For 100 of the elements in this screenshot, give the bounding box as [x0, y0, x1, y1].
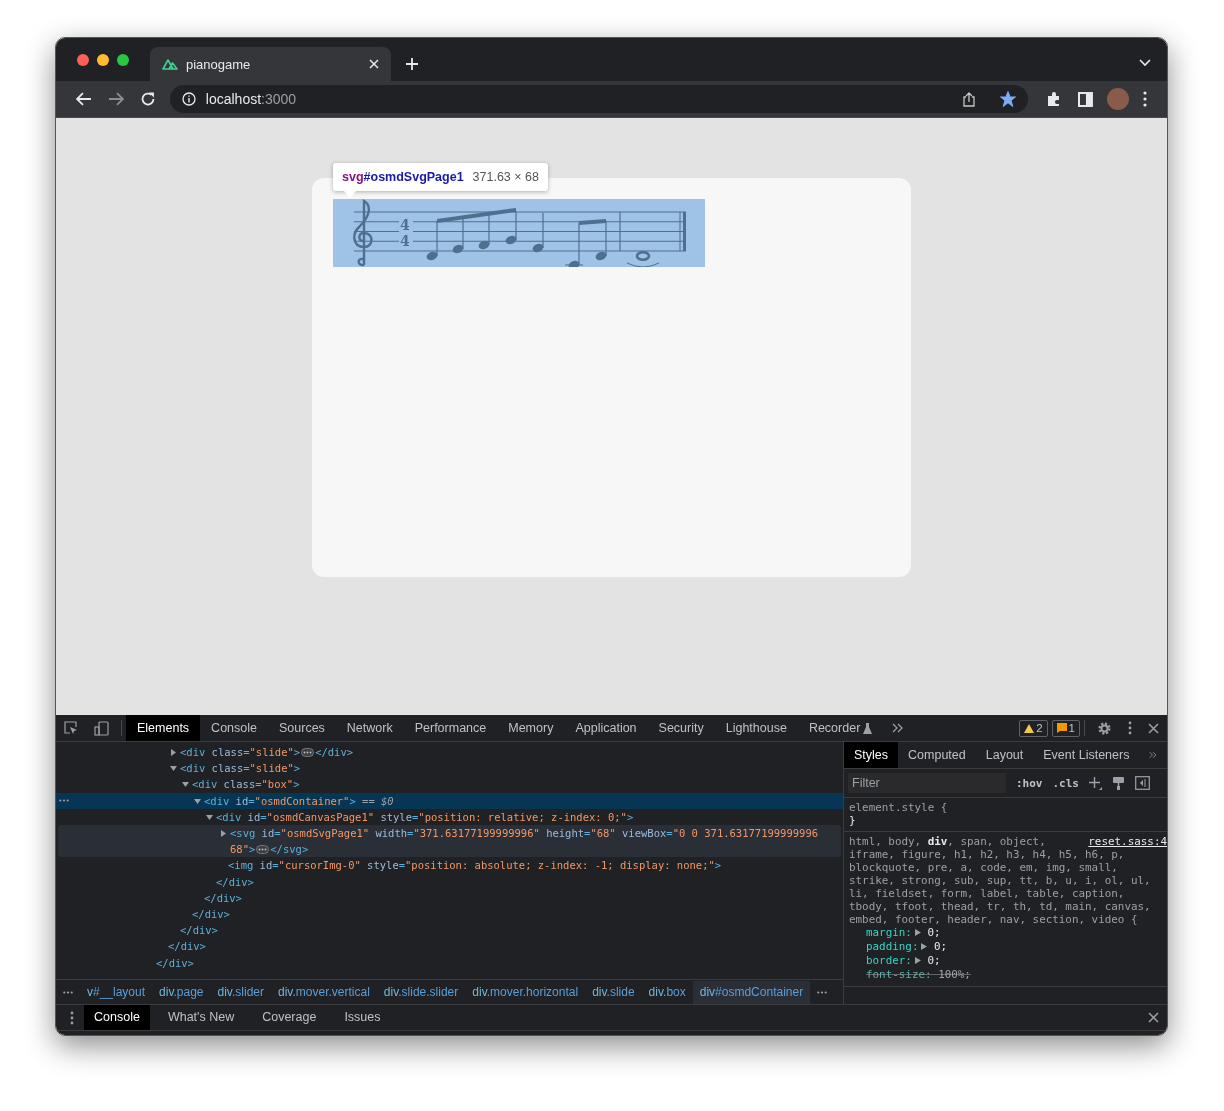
close-window-button[interactable] — [77, 54, 89, 66]
rule-selector: iframe, figure, h1, h2, h3, h4, h5, h6, p, blockquote, pre, a, code, em, img, small, strike, strong, sub, sup, tt, b, u, i, ol, ul, li, fieldset, form, label, table, caption, tbody, tfoot, thead, tr, th, td, main, canvas, embed, footer, header, nav, section, video { — [849, 848, 1152, 926]
dom-node-code: <div class="slide"> </div> — [180, 745, 355, 760]
disclosure-triangle-icon[interactable] — [170, 765, 177, 773]
rule-selector: html, body, div, span, object, — [849, 835, 1046, 848]
breadcrumb[interactable]: div.slide.slider — [376, 980, 466, 1004]
dom-node-row[interactable]: <svg id="osmdSvgPage1" width="371.63177199999996" height="68" viewBox="0 0 371.63177199999996 68"> </svg> — [58, 825, 841, 858]
dom-node-row[interactable]: <div id="osmdCanvasPage1" style="position: relative; z-index: 0;"> — [56, 808, 843, 825]
class-toggle[interactable]: .cls — [1052, 776, 1079, 790]
devtools-tab[interactable]: Performance — [403, 715, 498, 741]
drawer-tab[interactable]: Issues — [334, 1005, 391, 1030]
devtools-tab[interactable]: Elements — [126, 715, 201, 741]
new-tab-icon[interactable] — [405, 57, 419, 71]
paint-roller-icon[interactable] — [1112, 776, 1125, 790]
dom-node-code: <div id="osmdCanvasPage1" style="position: relative; z-index: 0;"> — [216, 809, 635, 825]
warning-icon — [1024, 723, 1035, 733]
devtools-tab[interactable]: Lighthouse — [714, 715, 798, 741]
star-icon[interactable] — [1000, 91, 1017, 107]
disclosure-triangle-icon[interactable] — [182, 781, 189, 789]
devtools-tab[interactable]: Recorder — [797, 715, 872, 741]
more-icon[interactable] — [1143, 91, 1148, 107]
breadcrumb[interactable]: div.mover.vertical — [271, 980, 377, 1004]
devtools-tab[interactable]: Security — [647, 715, 715, 741]
chevron-down-icon[interactable] — [1139, 59, 1151, 67]
more-icon[interactable] — [1128, 721, 1132, 735]
sidebar-tab[interactable]: Computed — [898, 742, 976, 768]
warnings-badge[interactable]: 2 — [1019, 719, 1048, 737]
collapsed-content-icon[interactable] — [301, 748, 315, 757]
breadcrumb[interactable]: div.slide — [585, 980, 642, 1004]
filter-field[interactable]: Filter — [848, 773, 1006, 793]
drawer-tab[interactable]: Console — [84, 1005, 150, 1030]
forward-icon[interactable] — [107, 92, 124, 106]
devtools-tab[interactable]: Application — [564, 715, 648, 741]
reload-icon[interactable] — [139, 91, 156, 107]
dom-node-code: <div class="slide"> — [180, 761, 302, 777]
issue-icon — [1056, 723, 1067, 733]
drawer-tab[interactable]: What's New — [157, 1005, 245, 1030]
address-bar[interactable]: localhost:3000 — [169, 85, 1029, 113]
dom-node-code: </div> — [204, 890, 243, 906]
devtools-tab[interactable]: Memory — [497, 715, 565, 741]
device-toolbar-icon[interactable] — [94, 720, 109, 736]
close-icon[interactable] — [1148, 1012, 1159, 1023]
devtools-tab[interactable]: Sources — [268, 715, 336, 741]
inspect-icon[interactable] — [64, 721, 78, 735]
drawer-tab[interactable]: Coverage — [252, 1005, 327, 1030]
more-icon[interactable] — [59, 799, 69, 803]
rule-close-brace: } — [849, 814, 856, 827]
settings-icon[interactable] — [1097, 720, 1112, 736]
dom-node-code: </div> — [180, 923, 219, 939]
expand-triangle-icon[interactable] — [921, 943, 928, 950]
dom-node-code: <div id="osmdContainer"> == $0 — [204, 793, 395, 809]
sidebar-tab[interactable]: Layout — [975, 742, 1034, 768]
disclosure-triangle-icon[interactable] — [206, 813, 213, 821]
sidebar-toggle-icon[interactable] — [1135, 776, 1150, 790]
element-tooltip: svg#osmdSvgPage1 371.63 × 68 — [333, 163, 548, 191]
dom-node-row[interactable]: <img id="cursorImg-0" style="position: absolute; z-index: -1; display: none;"> — [56, 857, 843, 874]
devtools-tab[interactable]: Console — [200, 715, 268, 741]
more-icon[interactable] — [817, 990, 828, 994]
share-icon[interactable] — [962, 91, 977, 107]
time-signature: 4 — [400, 233, 410, 249]
css-declaration: margin: 0; — [865, 926, 941, 940]
disclosure-triangle-icon[interactable] — [220, 830, 227, 837]
info-icon[interactable] — [181, 92, 196, 106]
drawer-menu-icon[interactable] — [70, 1010, 74, 1025]
hover-state-toggle[interactable]: :hov — [1016, 776, 1043, 790]
collapsed-content-icon[interactable] — [256, 845, 270, 855]
add-rule-icon[interactable] — [1089, 776, 1102, 790]
issues-badge[interactable]: 1 — [1051, 719, 1080, 737]
back-icon[interactable] — [76, 92, 92, 106]
dom-node-row[interactable]: <div class="slide"> </div> — [56, 744, 843, 761]
more-tabs-icon[interactable] — [892, 723, 904, 733]
dom-node-row[interactable]: <div id="osmdContainer"> == $0 — [56, 792, 843, 809]
sidebar-tab[interactable]: Styles — [844, 742, 899, 768]
dom-node-row[interactable]: <div class="slide"> — [56, 760, 843, 777]
time-signature: 4 — [400, 217, 410, 233]
side-panel-icon[interactable] — [1078, 91, 1094, 107]
breadcrumb[interactable]: div#osmdContainer — [692, 980, 811, 1004]
disclosure-triangle-icon[interactable] — [170, 749, 177, 756]
more-icon[interactable] — [63, 990, 73, 994]
minimize-window-button[interactable] — [97, 54, 109, 66]
browser-tab[interactable]: pianogame — [150, 47, 391, 81]
tooltip-pointer-icon — [344, 191, 356, 198]
source-link[interactable]: reset.sass:4 — [1088, 835, 1167, 848]
maximize-window-button[interactable] — [117, 54, 129, 66]
disclosure-triangle-icon[interactable] — [194, 797, 201, 805]
mountain-logo-icon — [162, 58, 178, 70]
breadcrumb[interactable]: div.box — [641, 980, 693, 1004]
css-declaration: padding: 0; — [865, 940, 948, 954]
breadcrumb[interactable]: div.mover.horizontal — [465, 980, 586, 1004]
devtools-tab[interactable]: Network — [335, 715, 404, 741]
breadcrumb[interactable]: div.page — [152, 980, 211, 1004]
dom-node-row[interactable]: <div class="box"> — [56, 776, 843, 793]
expand-triangle-icon[interactable] — [914, 929, 921, 936]
breadcrumb[interactable]: div.slider — [210, 980, 271, 1004]
sidebar-tab[interactable]: Event Listeners — [1033, 742, 1140, 768]
expand-triangle-icon[interactable] — [914, 957, 921, 964]
url-text: localhost:3000 — [205, 91, 297, 107]
close-icon[interactable] — [1148, 722, 1159, 734]
more-tabs-icon[interactable] — [1149, 750, 1157, 760]
breadcrumb[interactable]: v#__layout — [80, 980, 153, 1004]
